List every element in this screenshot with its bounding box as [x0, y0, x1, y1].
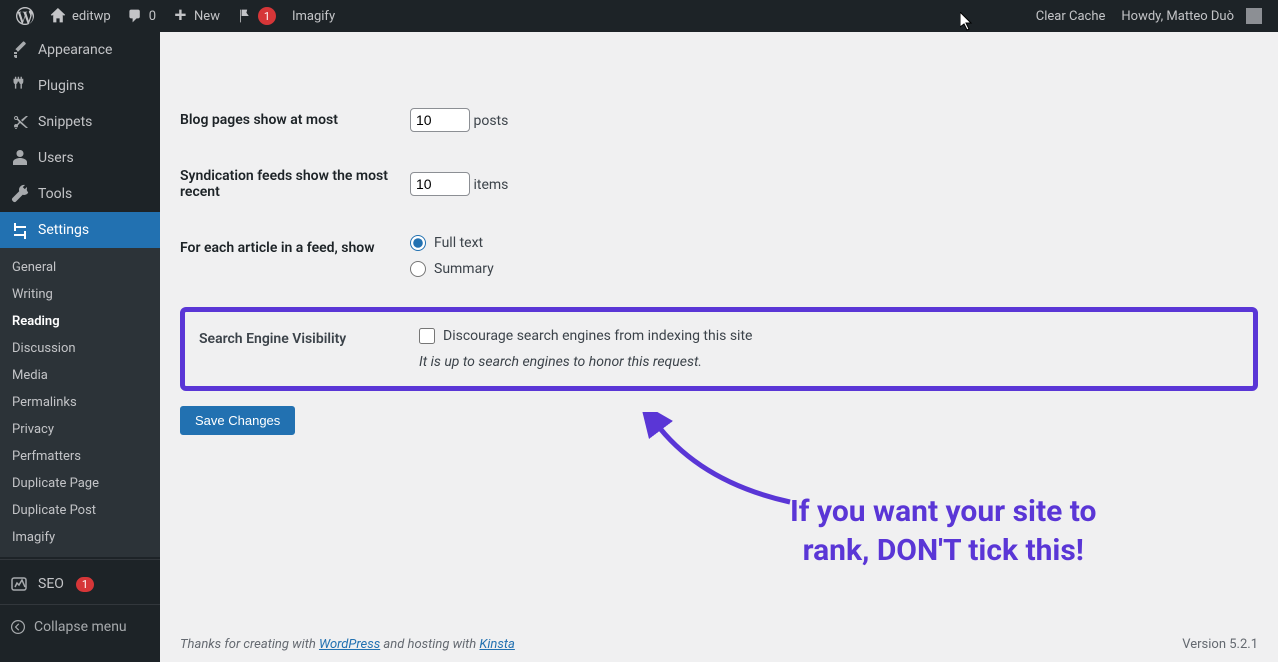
submenu-imagify[interactable]: Imagify — [0, 524, 160, 551]
site-name-link[interactable]: editwp — [42, 0, 119, 32]
scissors-icon — [10, 112, 30, 132]
new-label: New — [194, 9, 220, 24]
feed-summary-label: Summary — [434, 261, 494, 277]
wrench-icon — [10, 184, 30, 204]
sidebar-item-settings[interactable]: Settings — [0, 212, 160, 248]
plug-icon — [10, 76, 30, 96]
settings-submenu: General Writing Reading Discussion Media… — [0, 248, 160, 557]
wordpress-icon — [16, 7, 34, 25]
submenu-duplicate-page[interactable]: Duplicate Page — [0, 470, 160, 497]
syndication-label: Syndication feeds show the most recent — [180, 148, 400, 220]
kinsta-link[interactable]: Kinsta — [479, 637, 514, 652]
submenu-perfmatters[interactable]: Perfmatters — [0, 443, 160, 470]
seo-icon — [10, 574, 30, 594]
feed-full-label: Full text — [434, 235, 483, 251]
blog-pages-input[interactable] — [410, 108, 470, 132]
wordpress-link[interactable]: WordPress — [319, 637, 380, 652]
submenu-permalinks[interactable]: Permalinks — [0, 389, 160, 416]
new-content-link[interactable]: New — [164, 0, 228, 32]
feed-label: For each article in a feed, show — [180, 220, 400, 302]
submenu-discussion[interactable]: Discussion — [0, 335, 160, 362]
brush-icon — [10, 40, 30, 60]
sev-checkbox-label: Discourage search engines from indexing … — [443, 328, 752, 344]
user-account-link[interactable]: Howdy, Matteo Duò — [1113, 0, 1270, 32]
sev-checkbox[interactable] — [419, 328, 435, 344]
sev-label: Search Engine Visibility — [189, 316, 407, 382]
imagify-link[interactable]: Imagify — [284, 0, 343, 32]
updates-count-badge: 1 — [258, 7, 276, 25]
avatar — [1246, 8, 1262, 24]
sidebar-separator-2 — [0, 604, 160, 609]
content-area: Blog pages show at most posts Syndicatio… — [160, 32, 1278, 662]
version-text: Version 5.2.1 — [1182, 637, 1258, 652]
syndication-input[interactable] — [410, 172, 470, 196]
howdy-text: Howdy, Matteo Duò — [1121, 9, 1234, 24]
collapse-menu[interactable]: Collapse menu — [0, 611, 160, 643]
admin-bar: editwp 0 New 1 Imagify Clear Cache — [0, 0, 1278, 32]
footer: Thanks for creating with WordPress and h… — [180, 637, 1258, 652]
save-button[interactable]: Save Changes — [180, 406, 295, 435]
submenu-reading[interactable]: Reading — [0, 308, 160, 335]
submenu-general[interactable]: General — [0, 254, 160, 281]
imagify-label: Imagify — [292, 9, 335, 24]
sev-note: It is up to search engines to honor this… — [419, 354, 1239, 370]
sidebar-separator — [0, 559, 160, 564]
search-visibility-highlight: Search Engine Visibility Discourage sear… — [180, 307, 1258, 391]
clear-cache-link[interactable]: Clear Cache — [1028, 0, 1114, 32]
sidebar-item-tools[interactable]: Tools — [0, 176, 160, 212]
feed-full-radio[interactable] — [410, 235, 426, 251]
sliders-icon — [10, 220, 30, 240]
submenu-privacy[interactable]: Privacy — [0, 416, 160, 443]
sidebar-item-seo[interactable]: SEO 1 — [0, 566, 160, 602]
sidebar-item-plugins[interactable]: Plugins — [0, 68, 160, 104]
posts-suffix: posts — [473, 113, 508, 129]
submenu-media[interactable]: Media — [0, 362, 160, 389]
wp-logo[interactable] — [8, 0, 42, 32]
sidebar-item-users[interactable]: Users — [0, 140, 160, 176]
comments-count: 0 — [149, 9, 156, 24]
sidebar-item-snippets[interactable]: Snippets — [0, 104, 160, 140]
user-icon — [10, 148, 30, 168]
items-suffix: items — [473, 177, 508, 193]
site-name-text: editwp — [72, 9, 111, 24]
flag-icon — [236, 8, 252, 24]
comment-icon — [127, 8, 143, 24]
comments-link[interactable]: 0 — [119, 0, 164, 32]
submenu-writing[interactable]: Writing — [0, 281, 160, 308]
annotation-text: If you want your site to rank, DON'T tic… — [790, 492, 1096, 570]
plus-icon — [172, 8, 188, 24]
settings-form-table: Blog pages show at most posts Syndicatio… — [180, 92, 1258, 302]
seo-badge: 1 — [76, 577, 94, 592]
admin-sidebar: Appearance Plugins Snippets Users Tools … — [0, 32, 160, 662]
home-icon — [50, 8, 66, 24]
sidebar-item-appearance[interactable]: Appearance — [0, 32, 160, 68]
feed-summary-radio[interactable] — [410, 261, 426, 277]
submenu-duplicate-post[interactable]: Duplicate Post — [0, 497, 160, 524]
collapse-icon — [10, 619, 26, 635]
updates-link[interactable]: 1 — [228, 0, 284, 32]
blog-pages-label: Blog pages show at most — [180, 92, 400, 148]
annotation-arrow — [640, 412, 800, 512]
